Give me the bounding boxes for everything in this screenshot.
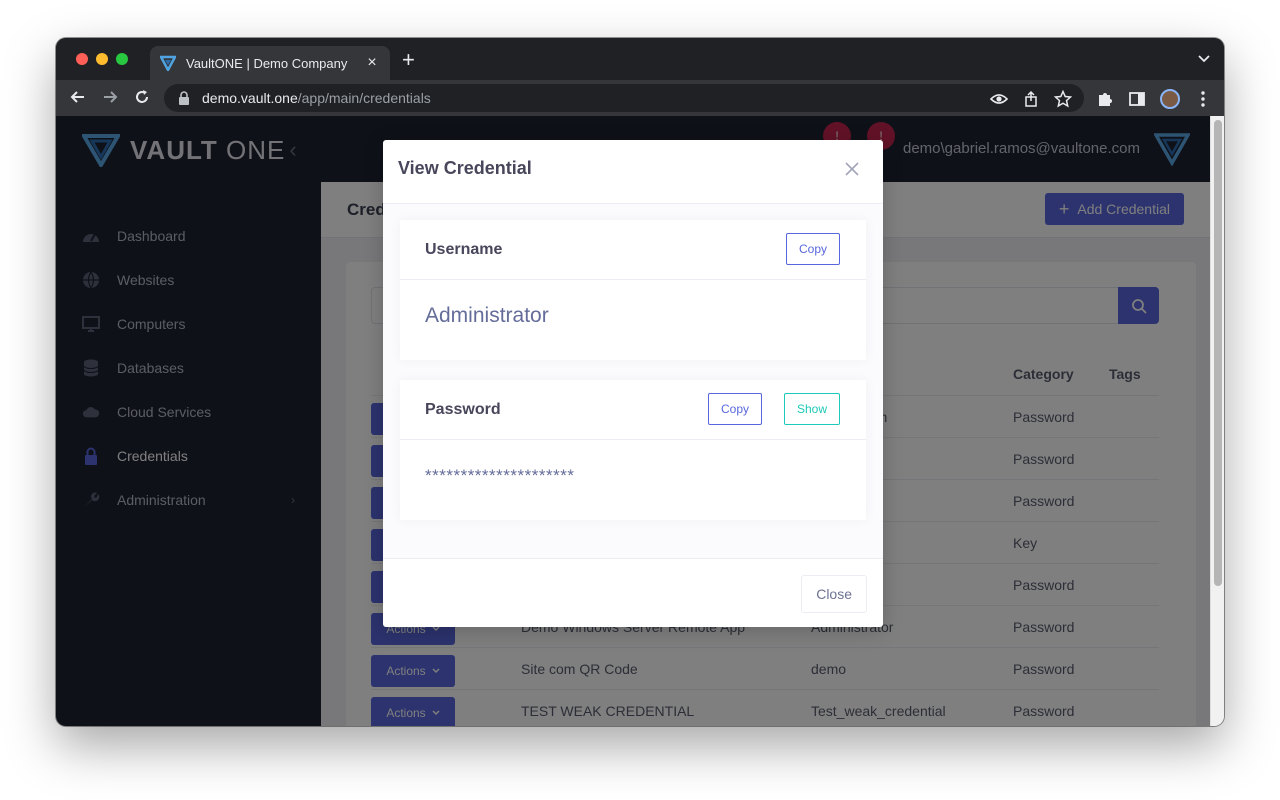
password-label: Password: [425, 401, 501, 418]
close-button[interactable]: Close: [801, 575, 867, 613]
page-viewport: VAULT ONE ‹ Dashboard Websites Computers: [56, 116, 1224, 726]
username-value: Administrator: [425, 304, 549, 327]
eye-icon[interactable]: [989, 90, 1009, 108]
maximize-window-button[interactable]: [116, 53, 128, 65]
modal-body: Username Copy Administrator Password Cop…: [383, 204, 883, 558]
star-icon[interactable]: [1053, 89, 1073, 108]
tab-strip: VaultONE | Demo Company × +: [56, 38, 1224, 80]
scrollbar-thumb[interactable]: [1214, 120, 1222, 586]
extensions-puzzle-icon[interactable]: [1096, 90, 1114, 108]
password-panel: Password Copy Show *********************: [400, 380, 866, 520]
tab-title: VaultONE | Demo Company: [186, 55, 348, 71]
close-icon[interactable]: [845, 162, 859, 176]
url-host: demo.vault.one: [202, 90, 298, 106]
new-tab-icon[interactable]: +: [402, 49, 415, 71]
close-window-button[interactable]: [76, 53, 88, 65]
side-panel-icon[interactable]: [1128, 90, 1146, 108]
url-path: /app/main/credentials: [297, 90, 431, 106]
username-panel: Username Copy Administrator: [400, 220, 866, 360]
username-label: Username: [425, 241, 503, 258]
page-scrollbar[interactable]: [1210, 116, 1224, 726]
back-arrow-icon[interactable]: [68, 88, 88, 108]
profile-avatar[interactable]: [1160, 89, 1180, 109]
more-vertical-icon[interactable]: [1194, 90, 1212, 108]
modal-title: View Credential: [398, 158, 532, 178]
copy-username-button[interactable]: Copy: [785, 233, 840, 265]
address-bar[interactable]: demo.vault.one/app/main/credentials: [164, 84, 1084, 112]
vaultone-favicon-icon: [160, 55, 176, 71]
browser-toolbar: demo.vault.one/app/main/credentials: [56, 80, 1224, 116]
show-password-button[interactable]: Show: [783, 393, 840, 425]
copy-password-button[interactable]: Copy: [707, 393, 762, 425]
modal-header: View Credential: [383, 140, 883, 204]
tab-close-icon[interactable]: ×: [364, 54, 380, 72]
browser-tab[interactable]: VaultONE | Demo Company ×: [150, 46, 390, 80]
forward-arrow-icon[interactable]: [100, 88, 120, 108]
share-icon[interactable]: [1022, 90, 1040, 108]
browser-window: VaultONE | Demo Company × + demo.vault.o…: [56, 38, 1224, 726]
password-masked-value: *********************: [425, 466, 575, 485]
reload-icon[interactable]: [132, 88, 152, 108]
tab-search-chevron-icon[interactable]: [1198, 52, 1210, 66]
minimize-window-button[interactable]: [96, 53, 108, 65]
view-credential-modal: View Credential Username Copy Administra…: [383, 140, 883, 627]
lock-icon: [178, 91, 190, 105]
modal-footer: Close: [383, 558, 883, 627]
